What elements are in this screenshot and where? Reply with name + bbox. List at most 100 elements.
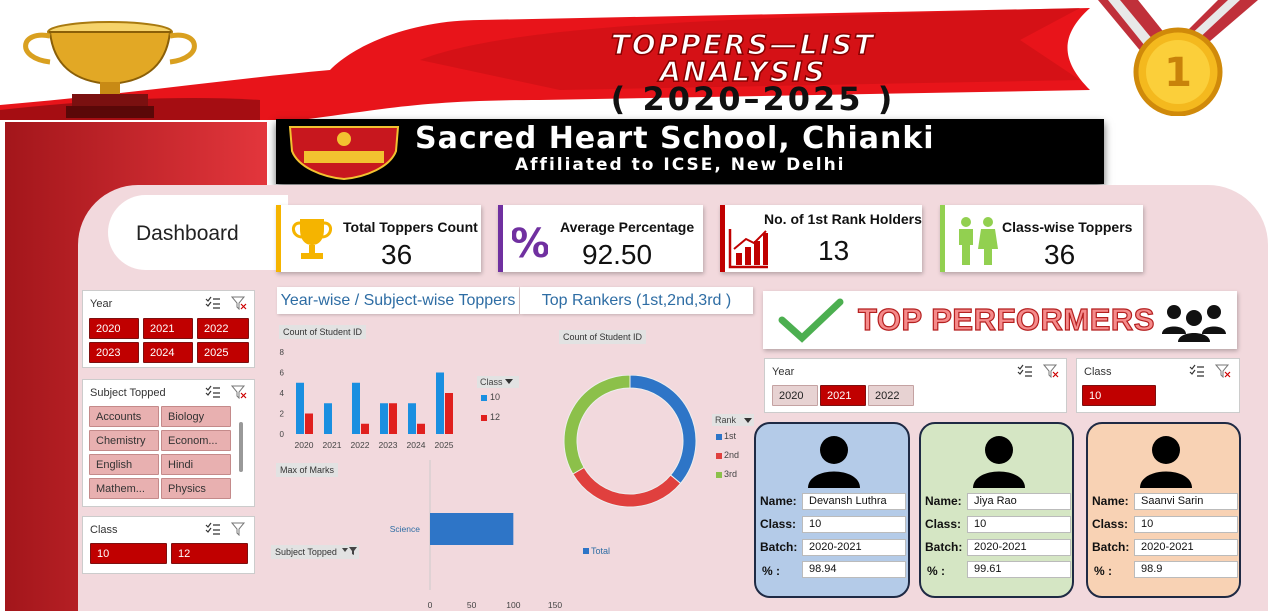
year-chip-2022[interactable]: 2022	[197, 318, 249, 339]
legend-label-3rd: 3rd	[724, 469, 738, 479]
avatar-icon	[1139, 436, 1192, 488]
avatar-icon	[808, 436, 860, 488]
x-tick-label: 150	[548, 600, 562, 610]
subject-chip-biology[interactable]: Biology	[161, 406, 231, 427]
bar-Science[interactable]	[430, 513, 514, 545]
bar-10-2023[interactable]	[380, 403, 388, 434]
bar-chart-field-tag[interactable]: Count of Student ID	[279, 325, 367, 339]
bar-12-2024[interactable]	[417, 423, 425, 434]
batch-label: Batch:	[925, 540, 963, 554]
x-tick-label: 2020	[295, 440, 314, 450]
kpi-title: Average Percentage	[560, 219, 695, 235]
year-chip-2025[interactable]: 2025	[197, 342, 249, 363]
y-tick-label: 4	[280, 389, 285, 398]
bar-12-2022[interactable]	[361, 423, 369, 434]
subject-chip-economics[interactable]: Econom...	[161, 430, 231, 451]
performer-card: Name: Saanvi Sarin Class: 10 Batch: 2020…	[1086, 422, 1241, 598]
batch-label: Batch:	[760, 540, 798, 554]
filter-icon[interactable]	[342, 546, 358, 556]
bar-12-2025[interactable]	[445, 393, 453, 434]
kpi-value: 13	[818, 235, 850, 266]
percent-label: % :	[1094, 564, 1112, 578]
legend-swatch-2nd	[716, 453, 722, 459]
kpi-title: Class-wise Toppers	[1002, 219, 1133, 235]
school-name: Sacred Heart School, Chianki	[415, 121, 935, 156]
bar-10-2024[interactable]	[408, 403, 416, 434]
kpi-average-percentage: % Average Percentage 92.50	[498, 205, 703, 272]
kpi-accent	[720, 205, 725, 272]
class-label: Class:	[760, 517, 797, 531]
bar-12-2020[interactable]	[305, 413, 313, 435]
multi-select-icon[interactable]	[1189, 364, 1205, 378]
multi-select-icon[interactable]	[205, 385, 221, 399]
performer-percent: 99.61	[967, 561, 1071, 578]
class-chip-10[interactable]: 10	[90, 543, 167, 564]
multi-select-icon[interactable]	[1017, 364, 1033, 378]
year-chip-2020[interactable]: 2020	[89, 318, 139, 339]
legend-dropdown-icon[interactable]	[505, 379, 513, 385]
class-chip-12[interactable]: 12	[171, 543, 248, 564]
legend-swatch-10	[481, 395, 487, 401]
kpi-title: No. of 1st Rank Holders	[764, 211, 922, 227]
performer-card: Name: Jiya Rao Class: 10 Batch: 2020-202…	[919, 422, 1074, 598]
school-affiliation: Affiliated to ICSE, New Delhi	[515, 155, 846, 175]
donut-slice-1st[interactable]	[629, 375, 697, 485]
clear-filter-icon[interactable]	[231, 296, 247, 310]
year-chip-2023[interactable]: 2023	[89, 342, 139, 363]
legend-label-10: 10	[490, 392, 501, 402]
legend-dropdown-icon[interactable]	[744, 418, 752, 424]
legend-swatch-3rd	[716, 472, 722, 478]
trophy-graphic	[23, 21, 197, 118]
performer-year-chip-2021[interactable]: 2021	[820, 385, 866, 406]
name-label: Name:	[760, 494, 797, 508]
bar-10-2022[interactable]	[352, 382, 360, 434]
subject-chip-accounts[interactable]: Accounts	[89, 406, 159, 427]
donut-slice-2nd[interactable]	[572, 466, 682, 508]
legend-label-1st: 1st	[724, 431, 737, 441]
rankers-section-title: Top Rankers (1st,2nd,3rd )	[520, 287, 753, 314]
x-tick-label: 2023	[379, 440, 398, 450]
x-tick-label: 2024	[407, 440, 426, 450]
x-tick-label: 2021	[323, 440, 342, 450]
subject-chip-chemistry[interactable]: Chemistry	[89, 430, 159, 451]
bar-12-2023[interactable]	[389, 403, 397, 434]
year-chip-2024[interactable]: 2024	[143, 342, 193, 363]
y-tick-label: 6	[280, 369, 285, 378]
performer-class-chip[interactable]: 10	[1082, 385, 1156, 406]
multi-select-icon[interactable]	[205, 296, 221, 310]
performer-card: Name: Devansh Luthra Class: 10 Batch: 20…	[754, 422, 910, 598]
donut-field-tag[interactable]: Count of Student ID	[559, 330, 647, 344]
performer-year-chip-2022[interactable]: 2022	[868, 385, 914, 406]
class-label: Class:	[1092, 517, 1129, 531]
kpi-title: Total Toppers Count	[343, 219, 478, 235]
marks-chart-field-tag[interactable]: Max of Marks	[276, 463, 339, 477]
performer-name: Saanvi Sarin	[1134, 493, 1238, 510]
donut-slice-3rd[interactable]	[563, 375, 631, 475]
clear-filter-icon[interactable]	[231, 522, 247, 536]
bar-10-2020[interactable]	[296, 382, 304, 434]
clear-filter-icon[interactable]	[1215, 364, 1231, 378]
clear-filter-icon[interactable]	[1043, 364, 1059, 378]
x-tick-label: 2025	[435, 440, 454, 450]
multi-select-icon[interactable]	[205, 522, 221, 536]
top-performers-title: TOP PERFORMERS	[857, 301, 1155, 337]
class-label: Class:	[925, 517, 962, 531]
subject-chip-physics[interactable]: Physics	[161, 478, 231, 499]
performer-year-chip-2020[interactable]: 2020	[772, 385, 818, 406]
subject-chip-english[interactable]: English	[89, 454, 159, 475]
legend-swatch-12	[481, 415, 487, 421]
subject-chip-mathematics[interactable]: Mathem...	[89, 478, 159, 499]
trophy-icon	[292, 219, 332, 259]
dashboard-label: Dashboard	[136, 222, 239, 245]
checkmark-icon	[778, 298, 844, 343]
performer-class-title: Class	[1084, 366, 1112, 378]
subject-chip-hindi[interactable]: Hindi	[161, 454, 231, 475]
x-tick-label: 50	[467, 600, 477, 610]
bar-10-2025[interactable]	[436, 372, 444, 435]
year-chip-2021[interactable]: 2021	[143, 318, 193, 339]
x-tick-label: 0	[428, 600, 433, 610]
bar-10-2021[interactable]	[324, 403, 332, 434]
slicer-scrollbar[interactable]	[239, 422, 243, 472]
clear-filter-icon[interactable]	[231, 385, 247, 399]
bar-chart-icon	[728, 229, 768, 269]
